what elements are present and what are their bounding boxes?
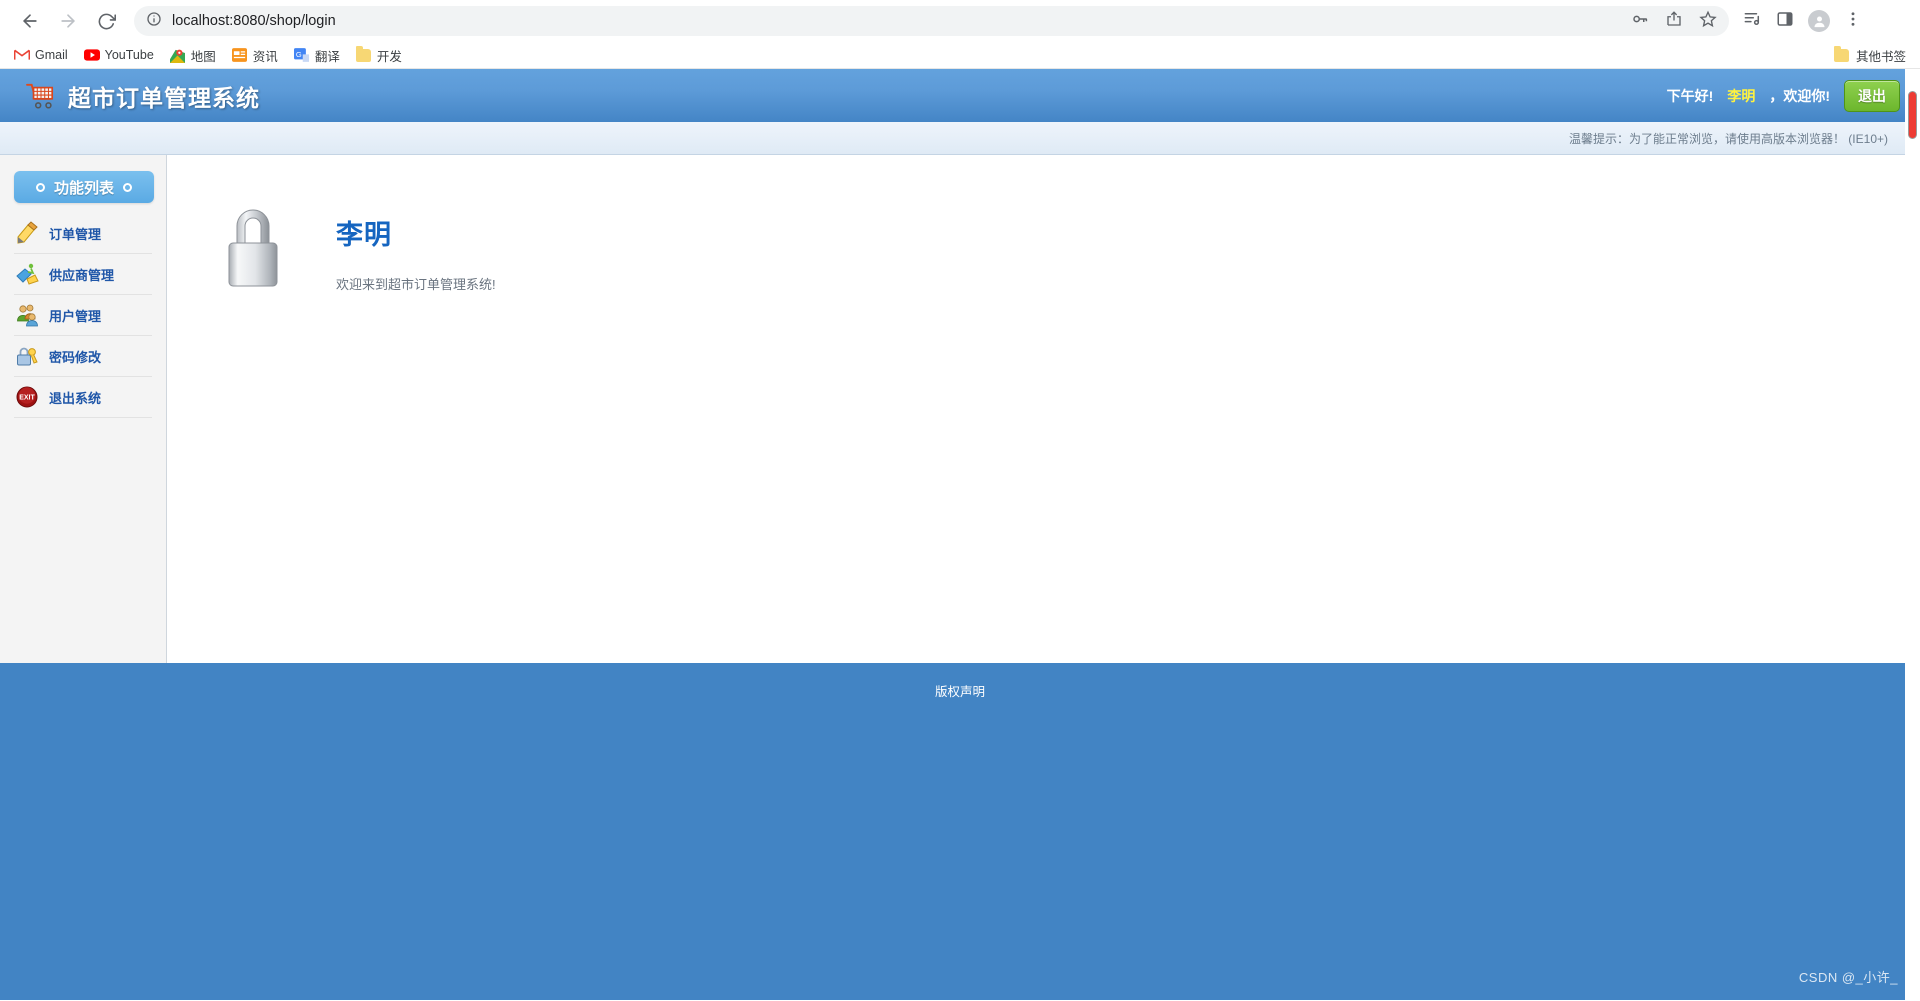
sidebar-menu: 订单管理 供应商管理 用户管理 密码修改 EXIT 退出系统 [14, 213, 152, 418]
sidebar: 功能列表 订单管理 供应商管理 用户管理 密码修改 EXIT 退出系统 [0, 155, 167, 663]
browser-toolbar: localhost:8080/shop/login [0, 0, 1920, 42]
scrollbar-thumb[interactable] [1908, 91, 1917, 139]
welcome-message: 欢迎来到超市订单管理系统! [336, 277, 496, 292]
sidebar-item-label: 用户管理 [49, 308, 102, 324]
main-content: 李明 欢迎来到超市订单管理系统! [167, 155, 1920, 663]
youtube-icon [83, 47, 100, 63]
gmail-icon [14, 47, 30, 63]
sidebar-item-supplier-management[interactable]: 供应商管理 [14, 254, 152, 295]
sidebar-item-order-management[interactable]: 订单管理 [14, 213, 152, 254]
folder-icon [356, 45, 372, 63]
sidebar-item-user-management[interactable]: 用户管理 [14, 295, 152, 336]
sidebar-item-change-password[interactable]: 密码修改 [14, 336, 152, 377]
page-scrollbar[interactable] [1905, 69, 1920, 1000]
folder-icon [1834, 45, 1850, 63]
supplier-icon [14, 262, 39, 287]
svg-text:G: G [296, 50, 302, 59]
site-info-icon[interactable] [146, 11, 162, 32]
sidebar-item-exit-system[interactable]: EXIT 退出系统 [14, 377, 152, 418]
key-icon[interactable] [1631, 10, 1649, 33]
reading-list-icon[interactable] [1743, 9, 1762, 33]
sidebar-item-label: 退出系统 [49, 390, 102, 406]
header-username: 李明 [1727, 87, 1756, 104]
order-pencil-icon [14, 221, 39, 246]
welcome-block: 李明 欢迎来到超市订单管理系统! [336, 195, 496, 293]
news-icon [232, 47, 248, 63]
padlock-icon [222, 199, 284, 287]
browser-menu-icon[interactable] [1844, 10, 1862, 33]
bookmark-youtube[interactable]: YouTube [83, 47, 154, 63]
bookmark-label: 资讯 [252, 49, 278, 64]
lock-key-icon [14, 344, 39, 369]
other-bookmarks-label: 其他书签 [1855, 49, 1906, 64]
shopping-cart-icon [26, 82, 56, 110]
bookmark-maps[interactable]: 地图 [170, 46, 216, 65]
page-body: 功能列表 订单管理 供应商管理 用户管理 密码修改 EXIT 退出系统 李明 欢… [0, 155, 1920, 663]
navigation-buttons [12, 3, 124, 39]
welcome-username: 李明 [336, 220, 392, 250]
bookmark-label: YouTube [104, 48, 154, 62]
profile-avatar-icon[interactable] [1808, 10, 1830, 32]
copyright-text: 版权声明 [934, 685, 985, 699]
forward-button[interactable] [50, 3, 86, 39]
back-button[interactable] [12, 3, 48, 39]
sidebar-panel-title: 功能列表 [14, 171, 154, 203]
side-panel-icon[interactable] [1776, 10, 1794, 33]
share-icon[interactable] [1665, 10, 1683, 33]
browser-tip-text: 温馨提示：为了能正常浏览，请使用高版本浏览器！ (IE10+) [1568, 131, 1888, 146]
watermark-text: CSDN @_小许_ [1798, 970, 1898, 985]
bookmark-label: 开发 [376, 49, 402, 64]
dot-icon [35, 182, 45, 192]
browser-action-icons [1743, 9, 1862, 33]
header-user-area: 下午好! 李明 ，欢迎你! 退出 [1666, 79, 1900, 112]
bookmark-dev-folder[interactable]: 开发 [356, 45, 402, 65]
users-icon [14, 303, 39, 328]
omnibox-icons [1631, 10, 1717, 33]
sidebar-item-label: 供应商管理 [49, 267, 115, 283]
address-bar[interactable]: localhost:8080/shop/login [134, 6, 1729, 36]
translate-icon: G [294, 47, 310, 63]
bookmark-news[interactable]: 资讯 [232, 46, 278, 65]
app-title: 超市订单管理系统 [68, 84, 260, 111]
sidebar-item-label: 密码修改 [49, 349, 102, 365]
reload-button[interactable] [88, 3, 124, 39]
bookmark-label: 翻译 [314, 49, 340, 64]
bookmark-label: 地图 [190, 49, 216, 64]
dot-icon [123, 182, 132, 192]
url-text: localhost:8080/shop/login [172, 13, 336, 29]
exit-icon: EXIT [14, 385, 39, 410]
app-header: 超市订单管理系统 下午好! 李明 ，欢迎你! 退出 [0, 69, 1920, 122]
bookmark-label: Gmail [35, 48, 68, 62]
bookmark-translate[interactable]: G 翻译 [294, 46, 340, 65]
svg-text:EXIT: EXIT [19, 395, 35, 402]
app-brand: 超市订单管理系统 [26, 79, 260, 113]
bookmarks-bar: Gmail YouTube 地图 资讯 G 翻译 开发 其他书签 [0, 42, 1920, 69]
greeting-text: 下午好! [1666, 87, 1714, 104]
star-icon[interactable] [1699, 10, 1717, 33]
other-bookmarks[interactable]: 其他书签 [1834, 45, 1906, 65]
sidebar-panel-label: 功能列表 [53, 179, 114, 197]
page-viewport: 超市订单管理系统 下午好! 李明 ，欢迎你! 退出 温馨提示：为了能正常浏览，请… [0, 69, 1920, 1000]
browser-tip-bar: 温馨提示：为了能正常浏览，请使用高版本浏览器！ (IE10+) [0, 122, 1920, 155]
logout-button[interactable]: 退出 [1844, 79, 1900, 112]
maps-icon [170, 47, 186, 63]
bookmark-gmail[interactable]: Gmail [14, 47, 68, 63]
page-footer: 版权声明 CSDN @_小许_ [0, 663, 1920, 1000]
sidebar-item-label: 订单管理 [49, 226, 102, 242]
welcome-suffix: ，欢迎你! [1769, 87, 1830, 104]
